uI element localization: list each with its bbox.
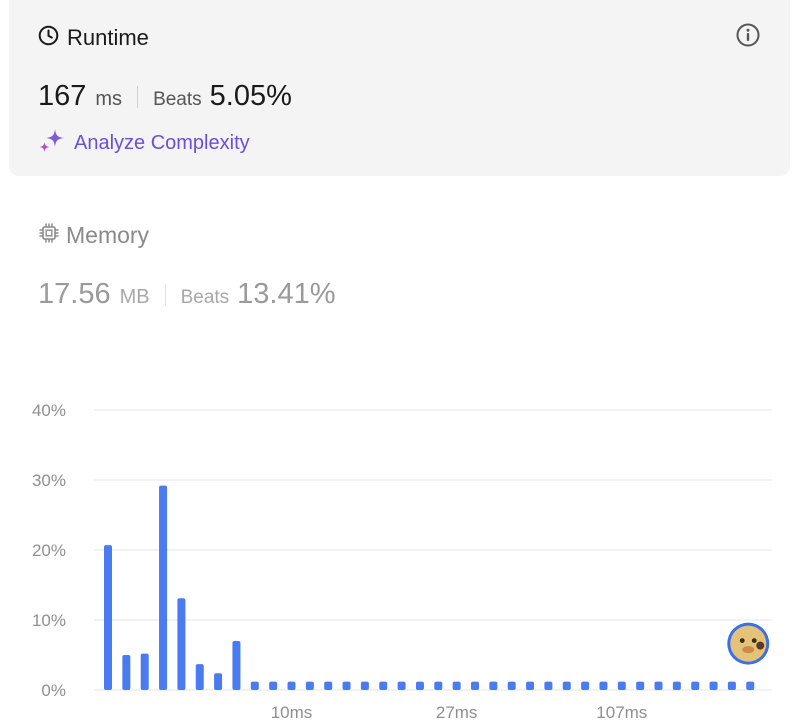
avatar-eye — [751, 638, 757, 643]
analyze-complexity-button[interactable]: Analyze Complexity — [38, 128, 250, 159]
x-tick-label: 27ms — [436, 703, 478, 720]
bar[interactable] — [122, 655, 131, 690]
bar[interactable] — [397, 681, 406, 690]
bar[interactable] — [342, 681, 351, 690]
runtime-beats-value: 5.05% — [209, 80, 292, 112]
bar[interactable] — [452, 681, 461, 690]
bar[interactable] — [654, 681, 663, 690]
bar[interactable] — [140, 653, 149, 690]
bar[interactable] — [471, 681, 479, 690]
submission-avatar[interactable] — [727, 622, 770, 665]
runtime-value: 167 — [38, 80, 87, 112]
bar[interactable] — [360, 681, 369, 690]
bar[interactable] — [379, 681, 388, 690]
bar[interactable] — [305, 681, 314, 690]
y-tick-label: 30% — [32, 471, 66, 490]
chip-icon — [38, 222, 60, 249]
bar[interactable] — [232, 641, 241, 690]
memory-value: 17.56 — [38, 278, 111, 310]
bar[interactable] — [709, 681, 718, 690]
runtime-unit: ms — [95, 88, 123, 110]
runtime-title: Runtime — [67, 25, 149, 50]
x-tick-label: 107ms — [596, 703, 647, 720]
bar[interactable] — [434, 681, 443, 690]
bar[interactable] — [195, 664, 204, 690]
sparkle-icon — [38, 128, 66, 159]
bar[interactable] — [562, 681, 571, 690]
bar[interactable] — [636, 681, 645, 690]
bar[interactable] — [324, 681, 333, 690]
y-tick-label: 10% — [32, 611, 66, 630]
analyze-complexity-label: Analyze Complexity — [74, 132, 250, 154]
bar[interactable] — [507, 681, 516, 690]
y-tick-label: 40% — [32, 401, 66, 420]
bar[interactable] — [581, 681, 590, 690]
y-tick-label: 0% — [41, 681, 66, 700]
bar[interactable] — [269, 681, 278, 690]
bar[interactable] — [727, 681, 736, 690]
memory-unit: MB — [119, 286, 150, 308]
bar[interactable] — [177, 598, 186, 690]
bar[interactable] — [599, 681, 608, 690]
bar[interactable] — [214, 673, 223, 690]
bar[interactable] — [544, 681, 553, 690]
avatar-detail — [756, 641, 765, 650]
memory-header: Memory — [38, 222, 149, 249]
bar[interactable] — [104, 545, 112, 690]
x-tick-label: 10ms — [271, 703, 313, 720]
memory-title: Memory — [66, 222, 150, 248]
bar[interactable] — [159, 485, 168, 690]
bar[interactable] — [617, 681, 626, 690]
y-tick-label: 20% — [32, 541, 66, 560]
memory-section[interactable]: Memory 17.56 MB Beats 13.41% — [38, 222, 336, 310]
bar[interactable] — [415, 681, 424, 690]
runtime-beats-label: Beats — [153, 89, 202, 110]
avatar-eye — [739, 638, 745, 643]
bar[interactable] — [672, 681, 681, 690]
bar[interactable] — [746, 681, 755, 690]
bar[interactable] — [287, 681, 296, 690]
runtime-stats: 167 ms Beats 5.05% — [38, 80, 292, 113]
runtime-header: Runtime — [38, 25, 149, 51]
bar[interactable] — [250, 681, 259, 690]
divider — [137, 85, 139, 108]
clock-icon — [38, 25, 59, 51]
bar[interactable] — [489, 681, 498, 690]
avatar-mouth — [742, 646, 755, 654]
runtime-distribution-chart: 0% 10% 20% 30% 40% 10ms 27ms 107ms — [32, 401, 772, 720]
divider — [164, 283, 166, 306]
memory-beats-label: Beats — [180, 287, 230, 308]
memory-beats-value: 13.41% — [237, 278, 336, 310]
bar[interactable] — [526, 681, 535, 690]
info-icon[interactable] — [735, 22, 761, 48]
runtime-card: Runtime 167 ms Beats 5.05% Analyze Compl… — [9, 0, 790, 176]
memory-stats: 17.56 MB Beats 13.41% — [38, 278, 336, 311]
bar[interactable] — [691, 681, 700, 690]
